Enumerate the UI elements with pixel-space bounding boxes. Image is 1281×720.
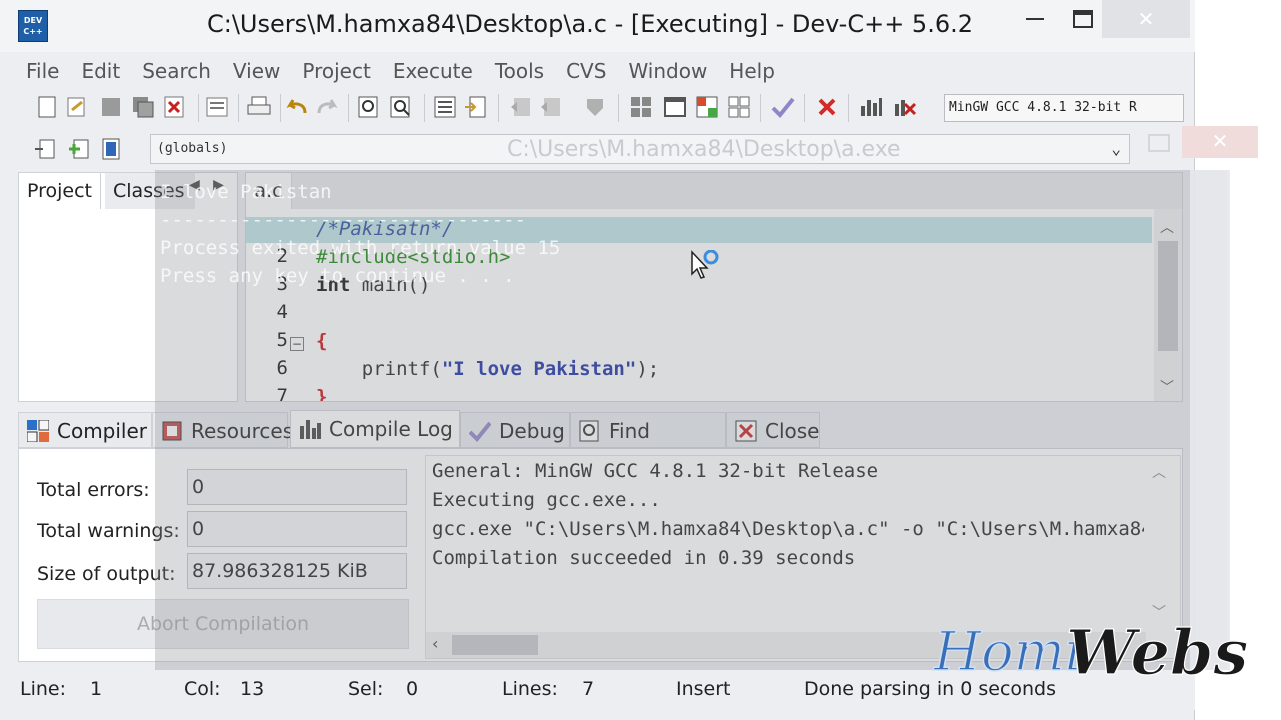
secondary-toolbar [30, 134, 140, 164]
toggle-bookmark-icon[interactable] [582, 94, 608, 120]
add-file-icon[interactable] [66, 136, 92, 162]
open-file-icon[interactable] [64, 94, 90, 120]
tab-label: Compiler [57, 419, 148, 443]
menu-project[interactable]: Project [302, 56, 370, 88]
tab-project[interactable]: Project [19, 173, 102, 209]
console-close-button[interactable]: ✕ [1182, 126, 1258, 158]
svg-text:Webs: Webs [1066, 616, 1248, 689]
scope-select-value: (globals) [157, 141, 228, 156]
grid-icon [27, 420, 49, 442]
maximize-icon [1073, 10, 1093, 28]
chevron-down-icon[interactable]: ⌄ [1111, 135, 1121, 163]
close-button[interactable]: ✕ [1102, 0, 1190, 38]
menu-cvs[interactable]: CVS [566, 56, 606, 88]
console-window-title: C:\Users\M.hamxa84\Desktop\a.exe [507, 137, 901, 162]
insert-icon[interactable] [32, 136, 58, 162]
maximize-button[interactable] [1062, 0, 1104, 38]
stop-execution-icon[interactable] [814, 94, 840, 120]
close-icon: ✕ [1211, 129, 1229, 153]
menu-help[interactable]: Help [729, 56, 775, 88]
minimize-icon [1026, 18, 1044, 20]
minimize-button[interactable] [1010, 0, 1060, 38]
profile-icon[interactable] [858, 94, 884, 120]
run-icon[interactable] [662, 94, 688, 120]
console-output: I love Pakistan -------------------------… [160, 178, 560, 290]
menu-view[interactable]: View [233, 56, 280, 88]
properties-icon[interactable] [204, 94, 230, 120]
print-icon[interactable] [246, 94, 272, 120]
svg-text:Homi: Homi [933, 620, 1082, 683]
console-line: Process exited with return value 15 [160, 237, 561, 259]
project-options-icon[interactable] [98, 136, 124, 162]
goto-line-icon[interactable] [462, 94, 488, 120]
status-lines-value: 7 [582, 678, 595, 700]
console-line: -------------------------------- [160, 209, 527, 231]
title-bar[interactable]: DEV C++ C:\Users\M.hamxa84\Desktop\a.c -… [0, 0, 1195, 52]
status-col-label: Col: [184, 678, 221, 700]
total-errors-label: Total errors: [37, 479, 150, 501]
compile-run-icon[interactable] [694, 94, 720, 120]
status-lines-label: Lines: [502, 678, 558, 700]
window-title: C:\Users\M.hamxa84\Desktop\a.c - [Execut… [206, 10, 973, 38]
mouse-cursor-busy-icon [691, 250, 719, 279]
compiler-select[interactable]: MinGW GCC 4.8.1 32-bit R [944, 94, 1184, 122]
new-file-icon[interactable] [34, 94, 60, 120]
find-icon[interactable] [356, 94, 382, 120]
undo-icon[interactable] [284, 94, 310, 120]
compile-icon[interactable] [628, 94, 654, 120]
tab-compiler[interactable]: Compiler [18, 412, 152, 448]
console-window-edge [1190, 170, 1230, 670]
close-file-icon[interactable] [162, 94, 188, 120]
menu-edit[interactable]: Edit [81, 56, 120, 88]
status-line-value: 1 [90, 678, 103, 700]
bookmark-prev-icon[interactable] [508, 94, 534, 120]
homi-webs-watermark: Homi Webs [932, 615, 1249, 689]
menu-tools[interactable]: Tools [495, 56, 544, 88]
status-line-label: Line: [20, 678, 66, 700]
console-maximize-icon[interactable] [1148, 134, 1170, 152]
close-icon: ✕ [1137, 7, 1155, 31]
save-all-icon[interactable] [130, 94, 156, 120]
status-sel-label: Sel: [348, 678, 384, 700]
devcpp-app-icon[interactable]: DEV C++ [18, 10, 48, 42]
replace-icon[interactable] [388, 94, 414, 120]
syntax-check-icon[interactable] [770, 94, 796, 120]
menu-search[interactable]: Search [142, 56, 211, 88]
status-col-value: 13 [240, 678, 265, 700]
console-line: I love Pakistan [160, 181, 332, 203]
bookmark-next-icon[interactable] [538, 94, 564, 120]
menu-bar: File Edit Search View Project Execute To… [0, 56, 1195, 88]
menu-window[interactable]: Window [628, 56, 707, 88]
redo-icon[interactable] [314, 94, 340, 120]
delete-profile-icon[interactable] [892, 94, 918, 120]
status-insert-mode: Insert [676, 678, 731, 700]
save-icon[interactable] [98, 94, 124, 120]
console-line: Press any key to continue . . . [160, 265, 515, 287]
menu-execute[interactable]: Execute [393, 56, 473, 88]
rebuild-all-icon[interactable] [726, 94, 752, 120]
menu-file[interactable]: File [26, 56, 59, 88]
indent-icon[interactable] [432, 94, 458, 120]
status-sel-value: 0 [406, 678, 419, 700]
